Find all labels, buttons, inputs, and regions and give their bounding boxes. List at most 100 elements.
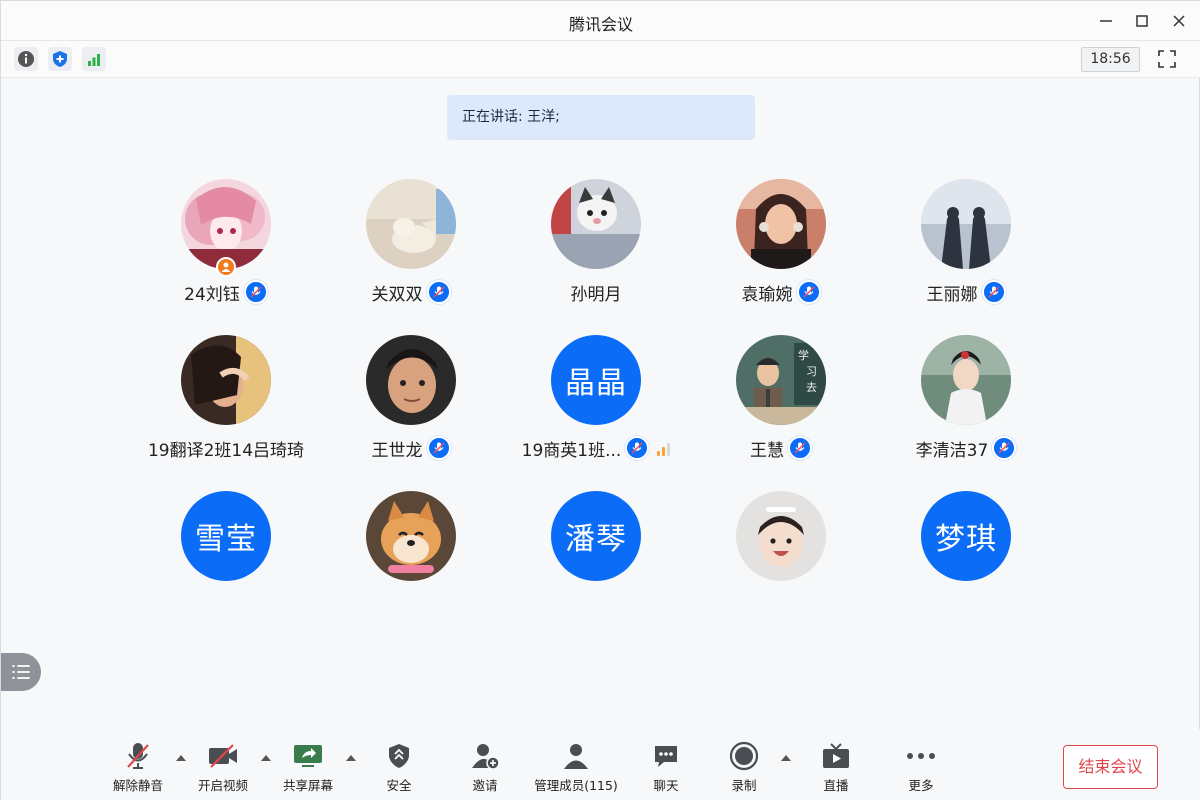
record-button[interactable]: 录制: [714, 739, 774, 797]
network-status-button[interactable]: [82, 47, 106, 71]
participant-name-line: 关双双: [311, 279, 511, 305]
participant-name-line: 19商英1班...: [496, 435, 696, 461]
audio-options-caret[interactable]: [175, 752, 187, 762]
security-status-button[interactable]: [48, 47, 72, 71]
participant-tile[interactable]: [311, 491, 511, 586]
mic-muted-icon: [988, 286, 999, 298]
avatar: [181, 179, 271, 269]
avatar: [551, 179, 641, 269]
participant-tile[interactable]: 袁瑜婉: [681, 179, 881, 319]
minimize-button[interactable]: [1094, 9, 1118, 33]
avatar: [181, 335, 271, 425]
mic-status-badge: [981, 280, 1006, 304]
share-options-caret[interactable]: [345, 752, 357, 762]
participant-tile[interactable]: 学 习 去 王慧: [681, 335, 881, 475]
chat-button[interactable]: 聊天: [636, 739, 696, 797]
participant-name-line: 王慧: [681, 435, 881, 461]
participant-tile[interactable]: 19翻译2班14吕琦琦: [126, 335, 326, 475]
participant-name-line: 王世龙: [311, 435, 511, 461]
svg-text:习: 习: [806, 365, 817, 378]
video-options-caret[interactable]: [260, 752, 272, 762]
participant-name-line: 24刘钰: [126, 279, 326, 305]
svg-text:学: 学: [798, 348, 809, 362]
manage-members-button[interactable]: 管理成员(115): [531, 739, 621, 797]
mic-muted-icon: [631, 442, 643, 454]
mic-status-badge: [788, 436, 812, 460]
svg-text:去: 去: [806, 381, 817, 394]
live-label: 直播: [823, 778, 849, 793]
top-toolbar: 18:56: [1, 41, 1200, 78]
participant-tile[interactable]: [681, 491, 881, 586]
mic-status-badge: [426, 280, 451, 304]
avatar: 雪莹: [181, 491, 271, 581]
list-icon: [12, 665, 30, 679]
participant-name: 孙明月: [570, 284, 622, 305]
live-button[interactable]: 直播: [806, 739, 866, 797]
unmute-button[interactable]: 解除静音: [106, 739, 170, 797]
meeting-info-button[interactable]: [14, 47, 38, 71]
avatar: [366, 179, 456, 269]
invite-button[interactable]: 邀请: [455, 739, 515, 797]
participant-name: 王世龙: [371, 440, 423, 461]
video-off-icon: [209, 744, 237, 768]
chat-label: 聊天: [653, 778, 679, 793]
mic-status-badge: [426, 436, 451, 460]
network-quality-icon: [657, 440, 671, 456]
host-badge: [216, 257, 236, 277]
window-title: 腾讯会议: [568, 15, 633, 34]
record-options-caret[interactable]: [780, 752, 792, 762]
invite-label: 邀请: [472, 778, 498, 793]
info-icon: [18, 51, 34, 67]
more-icon: [907, 753, 935, 759]
minimize-icon: [1100, 20, 1112, 22]
members-icon: [564, 744, 588, 769]
avatar: [366, 335, 456, 425]
participant-name: 24刘钰: [184, 284, 240, 305]
caret-up-icon: [781, 754, 791, 761]
more-label: 更多: [908, 778, 934, 793]
meeting-window: 腾讯会议 18:56 正在讲话: 王洋; 24刘钰 关双双 孙明月 袁瑜婉 王丽…: [0, 0, 1200, 800]
participant-tile[interactable]: 雪莹: [126, 491, 326, 586]
close-button[interactable]: [1167, 9, 1191, 33]
start-video-button[interactable]: 开启视频: [191, 739, 255, 797]
avatar: [736, 491, 826, 581]
meeting-clock: 18:56: [1081, 47, 1140, 72]
avatar: 梦琪: [921, 491, 1011, 581]
unmute-label: 解除静音: [112, 778, 163, 793]
participant-tile[interactable]: 关双双: [311, 179, 511, 319]
mic-status-badge: [243, 280, 268, 304]
participant-tile[interactable]: 24刘钰: [126, 179, 326, 319]
participant-tile[interactable]: 潘琴: [496, 491, 696, 586]
mic-status-badge: [992, 436, 1017, 460]
participant-name-line: 19翻译2班14吕琦琦: [126, 435, 326, 461]
speaking-indicator: 正在讲话: 王洋;: [447, 95, 755, 140]
mic-muted-icon: [250, 286, 262, 298]
participant-name: 王丽娜: [926, 284, 978, 305]
participant-tile[interactable]: 李清洁37: [866, 335, 1066, 475]
more-button[interactable]: 更多: [891, 739, 951, 797]
avatar: [921, 335, 1011, 425]
fullscreen-button[interactable]: [1155, 47, 1179, 71]
host-icon: [221, 262, 231, 272]
title-bar: 腾讯会议: [1, 1, 1200, 41]
maximize-icon: [1136, 15, 1148, 27]
shield-icon: [389, 744, 409, 768]
share-screen-button[interactable]: 共享屏幕: [276, 739, 340, 797]
signal-icon: [88, 54, 100, 66]
security-label: 安全: [386, 778, 412, 793]
participant-tile[interactable]: 梦琪: [866, 491, 1066, 586]
security-button[interactable]: 安全: [369, 739, 429, 797]
participant-name: 19翻译2班14吕琦琦: [147, 440, 305, 461]
participant-name: 王慧: [750, 440, 784, 461]
participant-tile[interactable]: 孙明月: [496, 179, 696, 319]
participant-tile[interactable]: 王丽娜: [866, 179, 1066, 319]
member-list-toggle[interactable]: [1, 653, 41, 691]
mic-muted-icon: [433, 442, 444, 454]
record-icon: [729, 741, 759, 771]
participant-name: 关双双: [371, 284, 423, 305]
participant-tile[interactable]: 王世龙: [311, 335, 511, 475]
end-meeting-button[interactable]: 结束会议: [1063, 745, 1158, 789]
maximize-button[interactable]: [1130, 9, 1154, 33]
participant-tile[interactable]: 晶晶 19商英1班...: [496, 335, 696, 475]
mic-muted-icon: [433, 286, 444, 298]
